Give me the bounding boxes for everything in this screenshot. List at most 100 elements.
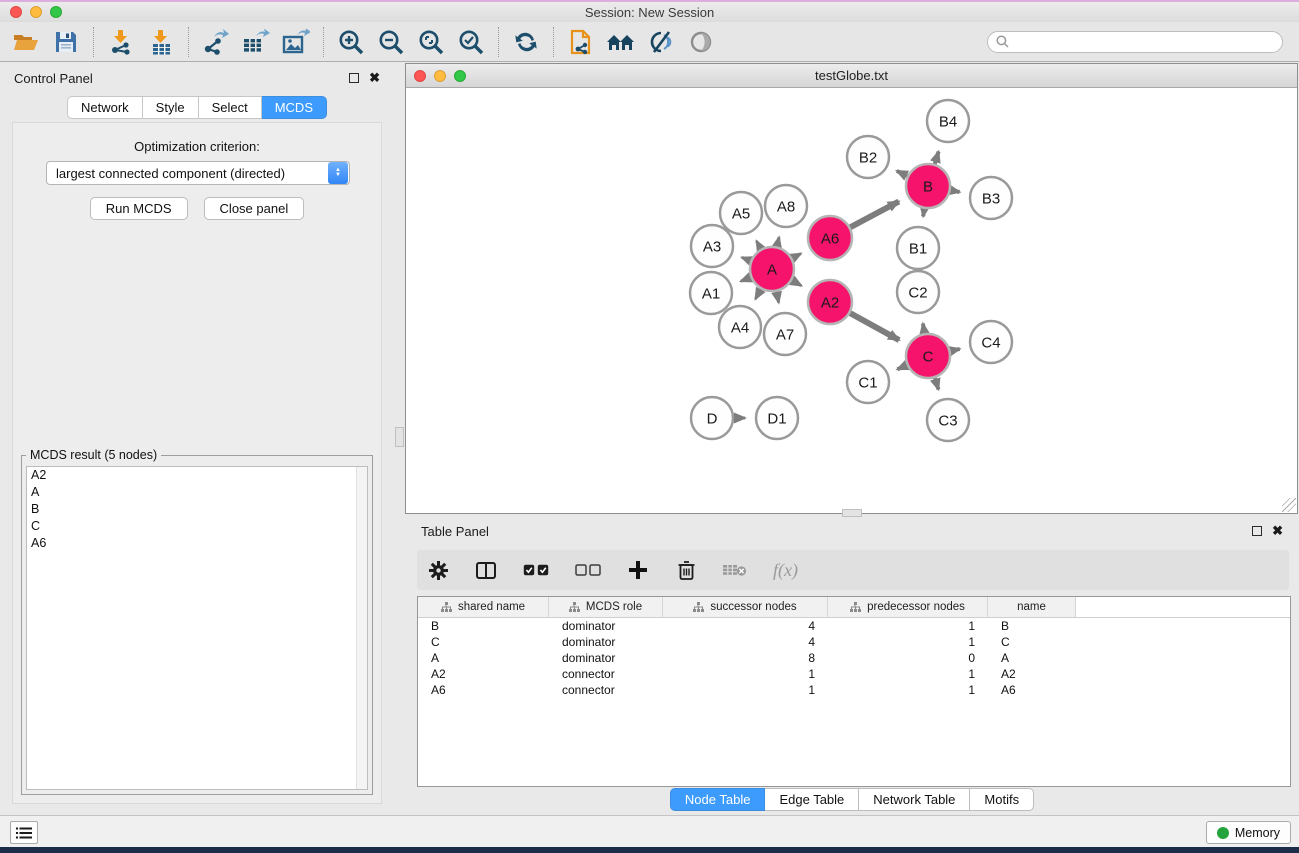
column-header-name[interactable]: name: [988, 597, 1076, 617]
graph-node-D1[interactable]: D1: [756, 397, 798, 439]
task-history-button[interactable]: [10, 821, 38, 844]
graph-edge-C-C1[interactable]: [897, 365, 907, 369]
table-cell[interactable]: B: [418, 619, 549, 633]
tab-edge-table[interactable]: Edge Table: [765, 788, 859, 811]
table-cell[interactable]: A: [988, 651, 1076, 665]
graph-node-D[interactable]: D: [691, 397, 733, 439]
graph-edge-A-A5[interactable]: [756, 241, 760, 249]
table-cell[interactable]: 1: [663, 683, 828, 697]
column-header-successor-nodes[interactable]: successor nodes: [663, 597, 828, 617]
graph-edge-A6-B[interactable]: [850, 201, 899, 227]
graph-edge-C-C4[interactable]: [950, 349, 959, 351]
table-row[interactable]: Cdominator41C: [418, 634, 1290, 650]
table-cell[interactable]: dominator: [549, 635, 663, 649]
zoom-out-button[interactable]: [371, 25, 411, 59]
column-header-mcds-role[interactable]: MCDS role: [549, 597, 663, 617]
run-mcds-button[interactable]: Run MCDS: [90, 197, 188, 220]
graph-edge-B-B4[interactable]: [935, 152, 939, 164]
tab-select[interactable]: Select: [199, 96, 262, 119]
table-cell[interactable]: dominator: [549, 619, 663, 633]
import-network-button[interactable]: [101, 25, 141, 59]
table-row[interactable]: A6connector11A6: [418, 682, 1290, 698]
export-image-button[interactable]: [276, 25, 316, 59]
table-cell[interactable]: A2: [988, 667, 1076, 681]
graph-edge-A-A3[interactable]: [742, 257, 751, 260]
graph-node-B2[interactable]: B2: [847, 136, 889, 178]
mcds-result-item[interactable]: B: [27, 501, 367, 518]
delete-table-button[interactable]: [723, 563, 747, 577]
new-network-file-button[interactable]: [561, 25, 601, 59]
export-network-button[interactable]: [196, 25, 236, 59]
splitter-handle-horizontal[interactable]: [842, 509, 862, 517]
tab-network-table[interactable]: Network Table: [859, 788, 970, 811]
add-column-button[interactable]: [627, 561, 649, 579]
table-cell[interactable]: 4: [663, 619, 828, 633]
table-cell[interactable]: dominator: [549, 651, 663, 665]
graph-node-C2[interactable]: C2: [897, 271, 939, 313]
graph-edge-A-A8[interactable]: [777, 237, 779, 246]
mcds-result-item[interactable]: C: [27, 518, 367, 535]
float-panel-icon[interactable]: [349, 73, 359, 83]
close-panel-button[interactable]: Close panel: [204, 197, 305, 220]
table-cell[interactable]: 1: [828, 667, 988, 681]
zoom-fit-button[interactable]: [411, 25, 451, 59]
graph-node-B1[interactable]: B1: [897, 227, 939, 269]
network-canvas[interactable]: B4B2BB3A8A5A6A3B1AA1C2A2A4A7C4CC1C3DD1: [406, 88, 1297, 513]
table-cell[interactable]: A6: [988, 683, 1076, 697]
table-row[interactable]: Adominator80A: [418, 650, 1290, 666]
table-cell[interactable]: 1: [663, 667, 828, 681]
graph-node-C[interactable]: C: [906, 334, 950, 378]
graph-edge-C-C2[interactable]: [923, 324, 925, 334]
table-cell[interactable]: connector: [549, 667, 663, 681]
graph-node-B3[interactable]: B3: [970, 177, 1012, 219]
table-cell[interactable]: C: [418, 635, 549, 649]
table-cell[interactable]: A: [418, 651, 549, 665]
select-all-button[interactable]: [523, 564, 549, 576]
close-panel-icon[interactable]: ✖: [369, 73, 380, 83]
graph-node-A[interactable]: A: [750, 247, 794, 291]
criterion-dropdown[interactable]: largest connected component (directed) ▲…: [46, 161, 350, 185]
table-cell[interactable]: B: [988, 619, 1076, 633]
table-cell[interactable]: 0: [828, 651, 988, 665]
float-panel-icon[interactable]: [1252, 526, 1262, 536]
graph-node-A4[interactable]: A4: [719, 306, 761, 348]
table-cell[interactable]: A2: [418, 667, 549, 681]
table-cell[interactable]: 1: [828, 619, 988, 633]
graph-node-C1[interactable]: C1: [847, 361, 889, 403]
graph-node-A2[interactable]: A2: [808, 280, 852, 324]
memory-button[interactable]: Memory: [1206, 821, 1291, 844]
eye-button[interactable]: [681, 25, 721, 59]
graph-node-A1[interactable]: A1: [690, 272, 732, 314]
graph-node-A7[interactable]: A7: [764, 313, 806, 355]
tab-style[interactable]: Style: [143, 96, 199, 119]
graph-node-A8[interactable]: A8: [765, 185, 807, 227]
close-panel-icon[interactable]: ✖: [1272, 526, 1283, 536]
column-header-shared-name[interactable]: shared name: [418, 597, 549, 617]
graph-node-A6[interactable]: A6: [808, 216, 852, 260]
search-input[interactable]: [1014, 35, 1274, 49]
graph-node-C3[interactable]: C3: [927, 399, 969, 441]
export-table-button[interactable]: [236, 25, 276, 59]
table-cell[interactable]: 4: [663, 635, 828, 649]
zoom-selected-button[interactable]: [451, 25, 491, 59]
refresh-button[interactable]: [506, 25, 546, 59]
import-table-button[interactable]: [141, 25, 181, 59]
graph-node-C4[interactable]: C4: [970, 321, 1012, 363]
node-table[interactable]: shared nameMCDS rolesuccessor nodesprede…: [417, 596, 1291, 787]
table-row[interactable]: Bdominator41B: [418, 618, 1290, 634]
table-row[interactable]: A2connector11A2: [418, 666, 1290, 682]
open-session-button[interactable]: [6, 25, 46, 59]
table-cell[interactable]: 1: [828, 683, 988, 697]
scrollbar[interactable]: [356, 467, 367, 789]
graph-edge-A-A2[interactable]: [792, 280, 801, 285]
save-session-button[interactable]: [46, 25, 86, 59]
graph-edge-A2-C[interactable]: [850, 313, 899, 340]
graph-edge-B-B1[interactable]: [923, 209, 924, 217]
split-table-button[interactable]: [475, 562, 497, 579]
table-cell[interactable]: C: [988, 635, 1076, 649]
graph-edge-A-A4[interactable]: [755, 289, 760, 299]
network-window-titlebar[interactable]: testGlobe.txt: [406, 64, 1297, 88]
mcds-result-list[interactable]: A2ABCA6: [26, 466, 368, 790]
tab-node-table[interactable]: Node Table: [670, 788, 766, 811]
mcds-result-item[interactable]: A: [27, 484, 367, 501]
